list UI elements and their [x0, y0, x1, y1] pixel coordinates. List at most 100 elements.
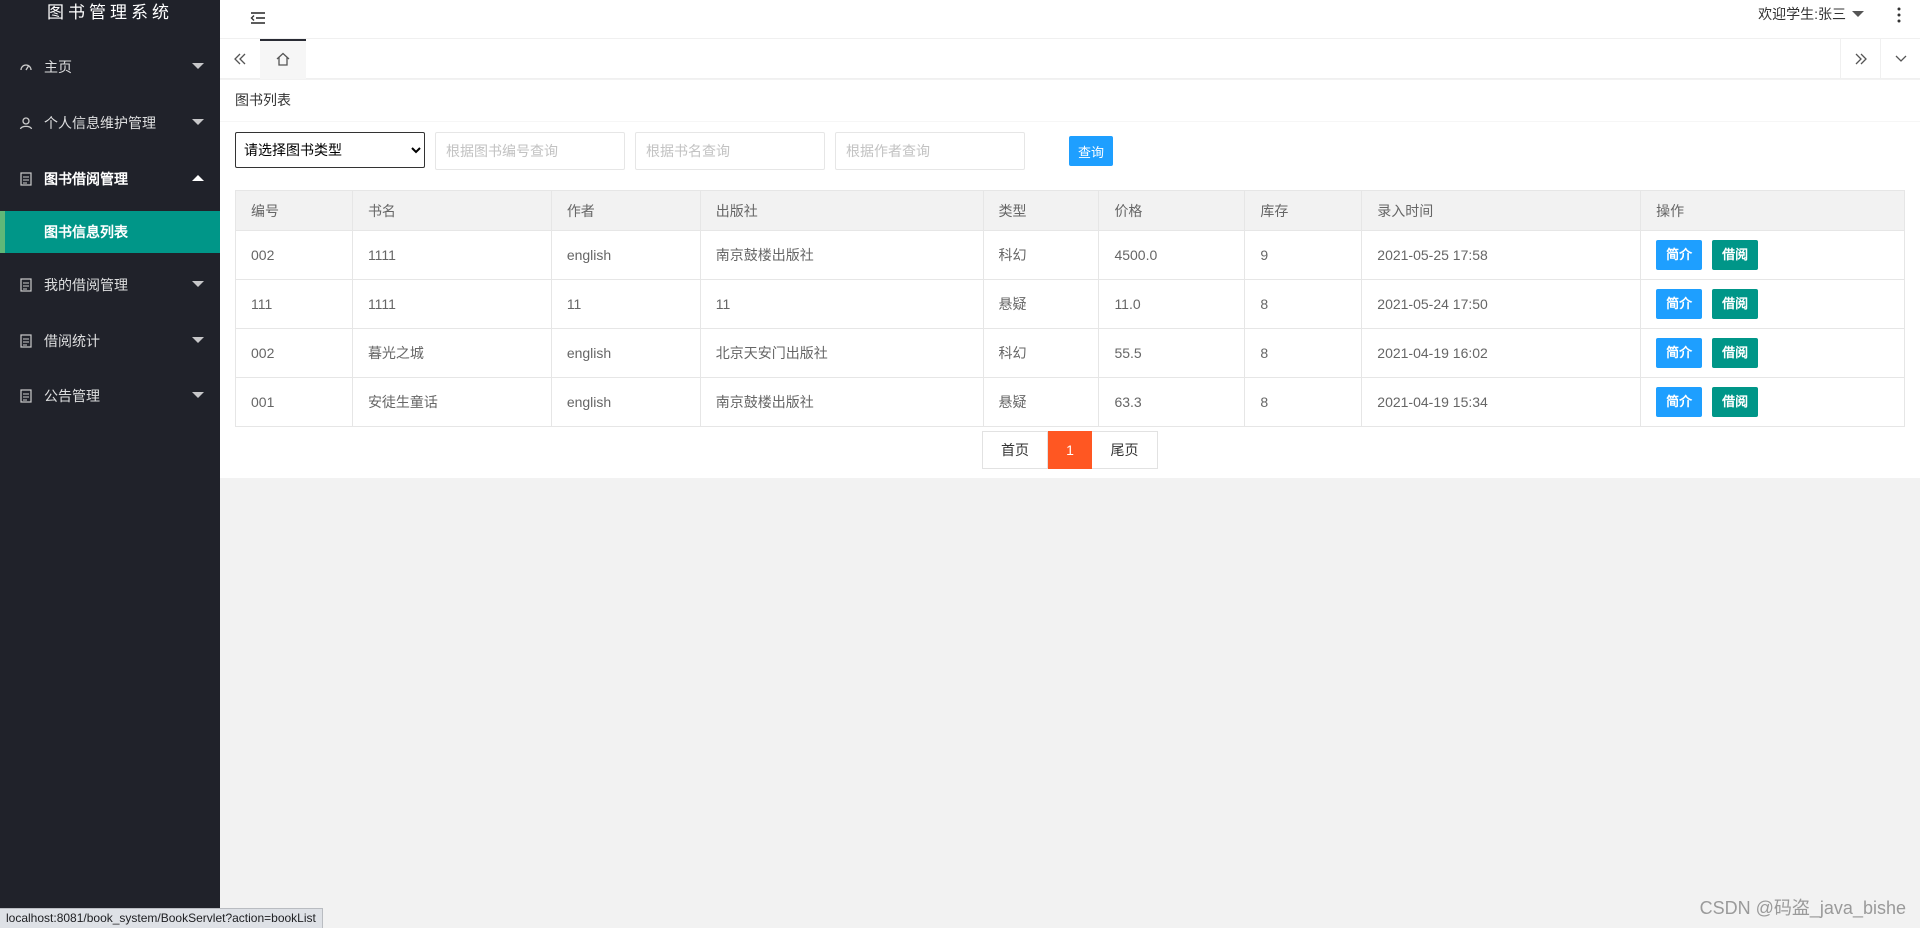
app-title: 图书管理系统 — [47, 3, 173, 22]
sidebar-item-book-borrow[interactable]: 图书借阅管理 — [0, 153, 220, 205]
sidebar-item-statistics[interactable]: 借阅统计 — [0, 315, 220, 367]
more-vertical-icon[interactable] — [1894, 6, 1904, 24]
cell-publisher: 11 — [699, 279, 984, 329]
sidebar-subitem-book-list[interactable]: 图书信息列表 — [0, 211, 220, 253]
menu-collapse-icon[interactable] — [248, 8, 268, 28]
sidebar-item-profile[interactable]: 个人信息维护管理 — [0, 97, 220, 149]
cell-name: 1111 — [351, 230, 552, 280]
tab-home[interactable] — [260, 39, 306, 79]
user-icon — [18, 115, 34, 131]
cell-price: 4500.0 — [1098, 230, 1246, 280]
column-header: 类型 — [982, 190, 1100, 231]
first-page-button[interactable]: 首页 — [982, 431, 1048, 469]
cell-time: 2021-05-24 17:50 — [1361, 279, 1642, 329]
cell-price: 11.0 — [1098, 279, 1246, 329]
cell-stock: 9 — [1244, 230, 1363, 280]
sidebar-item-label: 我的借阅管理 — [44, 277, 128, 293]
table-row: 002 1111 english 南京鼓楼出版社 科幻 4500.0 9 202… — [235, 230, 1905, 280]
cell-stock: 8 — [1244, 328, 1363, 378]
column-header: 库存 — [1244, 190, 1363, 231]
caret-down-icon — [1852, 11, 1864, 17]
sidebar-item-label: 主页 — [44, 59, 72, 75]
borrow-button[interactable]: 借阅 — [1712, 387, 1759, 417]
borrow-button[interactable]: 借阅 — [1712, 289, 1759, 319]
cell-stock: 8 — [1244, 377, 1363, 427]
sidebar-item-announcements[interactable]: 公告管理 — [0, 370, 220, 422]
cell-time: 2021-04-19 16:02 — [1361, 328, 1642, 378]
cell-actions: 简介 借阅 — [1640, 328, 1905, 378]
cell-price: 63.3 — [1098, 377, 1246, 427]
chevron-down-icon — [192, 392, 204, 398]
dashboard-icon — [18, 59, 34, 75]
intro-button[interactable]: 简介 — [1656, 240, 1703, 270]
cell-type: 科幻 — [982, 230, 1100, 280]
cell-actions: 简介 借阅 — [1640, 230, 1905, 280]
column-header: 操作 — [1640, 190, 1905, 231]
table-row: 111 1111 11 11 悬疑 11.0 8 2021-05-24 17:5… — [235, 279, 1905, 329]
column-header: 出版社 — [699, 190, 984, 231]
sidebar-item-home[interactable]: 主页 — [0, 41, 220, 93]
sidebar-item-label: 图书借阅管理 — [44, 171, 128, 187]
cell-type: 悬疑 — [982, 377, 1100, 427]
intro-button[interactable]: 简介 — [1656, 387, 1703, 417]
table-row: 001 安徒生童话 english 南京鼓楼出版社 悬疑 63.3 8 2021… — [235, 377, 1905, 427]
cell-publisher: 南京鼓楼出版社 — [699, 230, 984, 280]
card-title: 图书列表 — [220, 80, 1920, 122]
cell-author: 11 — [550, 279, 701, 329]
top-header: 欢迎学生:张三 — [220, 0, 1920, 39]
borrow-button[interactable]: 借阅 — [1712, 240, 1759, 270]
tab-scroll-left-icon[interactable] — [220, 39, 260, 79]
user-greeting: 欢迎学生:张三 — [1758, 6, 1846, 22]
book-name-search-input[interactable] — [635, 132, 825, 170]
column-header: 作者 — [550, 190, 701, 231]
cell-id: 002 — [235, 230, 353, 280]
sidebar-item-my-borrow[interactable]: 我的借阅管理 — [0, 259, 220, 311]
cell-publisher: 南京鼓楼出版社 — [699, 377, 984, 427]
sidebar-item-label: 个人信息维护管理 — [44, 115, 156, 131]
document-icon — [18, 333, 34, 349]
content-card: 图书列表 请选择图书类型 查询 编号 书名 作者 出版社 类型 价格 库存 录入… — [220, 80, 1920, 478]
cell-type: 悬疑 — [982, 279, 1100, 329]
column-header: 编号 — [235, 190, 353, 231]
book-type-select[interactable]: 请选择图书类型 — [235, 132, 425, 168]
borrow-button[interactable]: 借阅 — [1712, 338, 1759, 368]
watermark: CSDN @码盗_java_bishe — [1699, 898, 1906, 918]
book-id-search-input[interactable] — [435, 132, 625, 170]
last-page-button[interactable]: 尾页 — [1092, 431, 1158, 469]
user-menu[interactable]: 欢迎学生:张三 — [1758, 0, 1864, 28]
cell-actions: 简介 借阅 — [1640, 377, 1905, 427]
column-header: 价格 — [1098, 190, 1246, 231]
query-button[interactable]: 查询 — [1069, 136, 1113, 166]
cell-publisher: 北京天安门出版社 — [699, 328, 984, 378]
sidebar-item-label: 借阅统计 — [44, 333, 100, 349]
tab-scroll-right-icon[interactable] — [1840, 39, 1880, 79]
column-header: 书名 — [351, 190, 552, 231]
sidebar: 图书管理系统 主页 个人信息维护管理 图书借阅管理 图书信息列表 我的借阅管理 — [0, 0, 220, 928]
cell-id: 111 — [235, 279, 353, 329]
tab-bar — [220, 39, 1920, 79]
sidebar-item-label: 公告管理 — [44, 388, 100, 404]
tab-menu-chevron-down-icon[interactable] — [1880, 39, 1920, 79]
intro-button[interactable]: 简介 — [1656, 338, 1703, 368]
chevron-down-icon — [192, 119, 204, 125]
column-header: 录入时间 — [1361, 190, 1642, 231]
intro-button[interactable]: 简介 — [1656, 289, 1703, 319]
table-header-row: 编号 书名 作者 出版社 类型 价格 库存 录入时间 操作 — [235, 190, 1905, 231]
cell-author: english — [550, 377, 701, 427]
cell-price: 55.5 — [1098, 328, 1246, 378]
cell-id: 002 — [235, 328, 353, 378]
current-page-button[interactable]: 1 — [1048, 431, 1092, 469]
chevron-down-icon — [192, 337, 204, 343]
author-search-input[interactable] — [835, 132, 1025, 170]
browser-status-url: localhost:8081/book_system/BookServlet?a… — [0, 908, 323, 928]
chevron-down-icon — [192, 281, 204, 287]
document-icon — [18, 171, 34, 187]
cell-time: 2021-04-19 15:34 — [1361, 377, 1642, 427]
cell-id: 001 — [235, 377, 353, 427]
document-icon — [18, 277, 34, 293]
sidebar-subitem-label: 图书信息列表 — [44, 224, 128, 240]
book-table: 编号 书名 作者 出版社 类型 价格 库存 录入时间 操作 002 1111 e… — [235, 190, 1905, 427]
cell-stock: 8 — [1244, 279, 1363, 329]
cell-name: 安徒生童话 — [351, 377, 552, 427]
table-row: 002 暮光之城 english 北京天安门出版社 科幻 55.5 8 2021… — [235, 328, 1905, 378]
